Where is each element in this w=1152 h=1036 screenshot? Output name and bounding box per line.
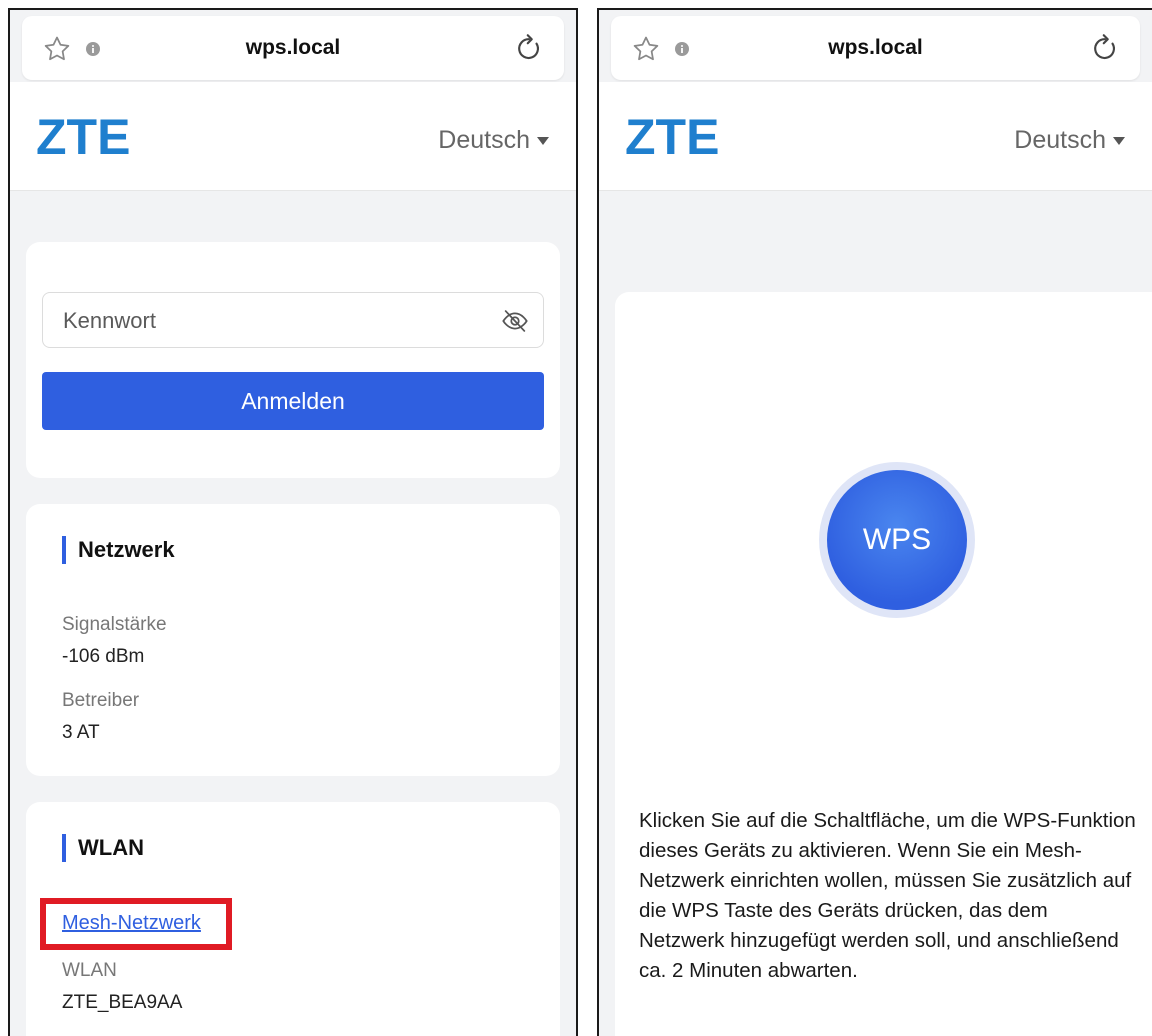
network-card: Netzwerk Signalstärke -106 dBm Betreiber…	[26, 504, 560, 776]
login-button[interactable]: Anmelden	[42, 372, 544, 430]
svg-text:ZTE: ZTE	[625, 110, 719, 162]
wps-description: Klicken Sie auf die Schaltfläche, um die…	[639, 809, 1136, 982]
wps-card: WPS Klicken Sie auf die Schaltfläche, um…	[615, 292, 1152, 1036]
signal-value: -106 dBm	[62, 646, 145, 667]
ssid-value: ZTE_BEA9AA	[62, 992, 183, 1013]
operator-label: Betreiber	[62, 690, 140, 711]
password-input[interactable]	[61, 293, 465, 349]
caret-down-icon	[1113, 136, 1125, 145]
eye-off-icon[interactable]	[501, 307, 529, 335]
network-title: Netzwerk	[62, 536, 175, 564]
zte-logo: ZTE	[36, 110, 130, 162]
wlan-card: WLAN Mesh-Netzwerk WLAN ZTE_BEA9AA	[26, 802, 560, 1036]
phone-screen-wps: wps.local ZTE Deutsch WPS Klicken Sie au…	[597, 8, 1152, 1036]
operator-value: 3 AT	[62, 722, 100, 743]
mesh-network-link[interactable]: Mesh-Netzwerk	[62, 912, 201, 935]
language-label: Deutsch	[438, 126, 530, 154]
phone-screen-login: wps.local ZTE Deutsch Anmelden Netzwerk …	[8, 8, 578, 1036]
login-card: Anmelden	[26, 242, 560, 478]
address-bar[interactable]: wps.local	[22, 16, 564, 80]
language-label: Deutsch	[1014, 126, 1106, 154]
app-header: ZTE Deutsch	[10, 82, 576, 191]
wps-button[interactable]: WPS	[819, 462, 975, 618]
wlan-title: WLAN	[62, 834, 144, 862]
url-domain[interactable]: wps.local	[22, 36, 564, 60]
address-bar[interactable]: wps.local	[611, 16, 1140, 80]
app-header: ZTE Deutsch	[599, 82, 1152, 191]
url-domain[interactable]: wps.local	[611, 36, 1140, 60]
zte-logo: ZTE	[625, 110, 719, 162]
reload-icon[interactable]	[1090, 32, 1120, 64]
password-field[interactable]	[42, 292, 544, 349]
language-selector[interactable]: Deutsch	[438, 126, 550, 155]
caret-down-icon	[537, 136, 549, 145]
reload-icon[interactable]	[514, 32, 544, 64]
signal-label: Signalstärke	[62, 614, 167, 635]
svg-text:ZTE: ZTE	[36, 110, 130, 162]
ssid-label: WLAN	[62, 960, 117, 981]
language-selector[interactable]: Deutsch	[1014, 126, 1126, 155]
